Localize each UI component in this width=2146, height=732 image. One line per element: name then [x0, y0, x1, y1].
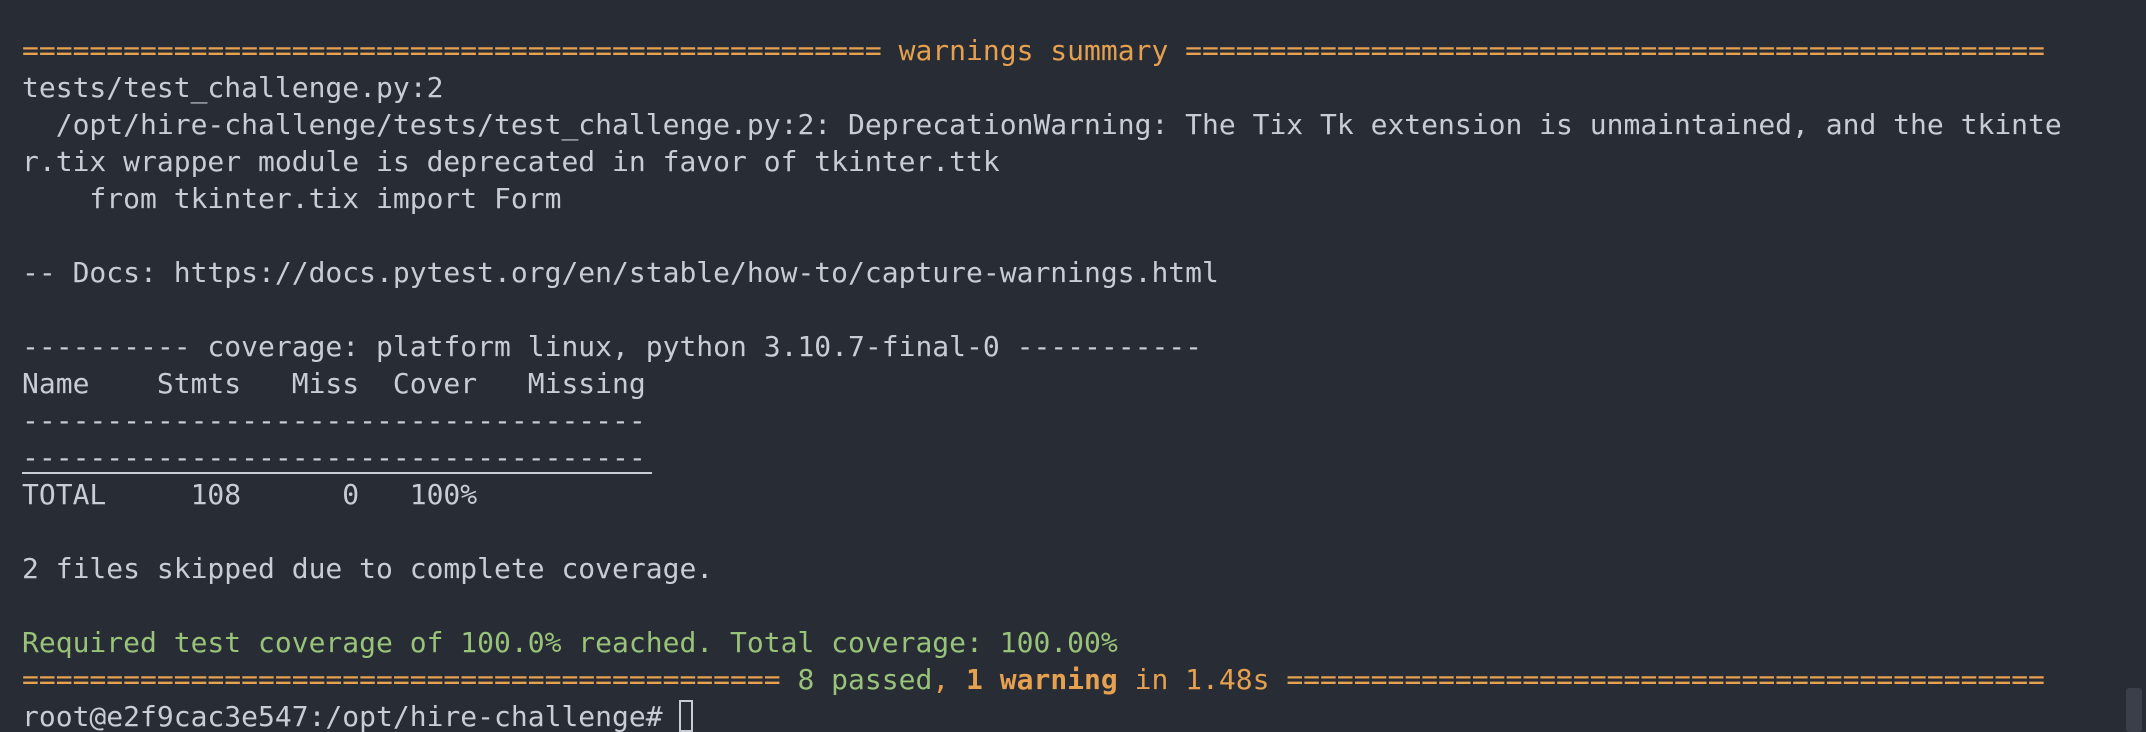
coverage-table-separator: -------------------------------------: [22, 441, 646, 474]
warning-message-line-1: /opt/hire-challenge/tests/test_challenge…: [22, 108, 2062, 141]
warning-file-line: tests/test_challenge.py:2: [22, 71, 444, 104]
warning-message-line-2: r.tix wrapper module is deprecated in fa…: [22, 145, 1000, 178]
terminal-window[interactable]: ========================================…: [0, 0, 2146, 732]
required-coverage-line: Required test coverage of 100.0% reached…: [22, 626, 1118, 659]
test-summary-line: ========================================…: [22, 661, 2045, 698]
coverage-header: ---------- coverage: platform linux, pyt…: [22, 330, 1203, 363]
coverage-table-rule: [22, 472, 652, 474]
coverage-table-header: Name Stmts Miss Cover Missing: [22, 367, 646, 400]
warning-count: 1 warning: [966, 663, 1118, 696]
passed-count: 8 passed: [797, 663, 933, 696]
shell-prompt-line[interactable]: root@e2f9cac3e547:/opt/hire-challenge#: [22, 698, 694, 732]
scrollbar-thumb[interactable]: [2126, 688, 2142, 732]
summary-comma: ,: [932, 663, 967, 696]
warnings-summary-header: ========================================…: [22, 34, 2045, 67]
coverage-table-separator: -------------------------------------: [22, 404, 646, 437]
scrollbar[interactable]: [2120, 0, 2146, 732]
shell-prompt: root@e2f9cac3e547:/opt/hire-challenge#: [22, 700, 680, 732]
coverage-total-row: TOTAL 108 0 100%: [22, 478, 478, 511]
docs-link-line: -- Docs: https://docs.pytest.org/en/stab…: [22, 256, 1219, 289]
warning-code-line: from tkinter.tix import Form: [22, 182, 562, 215]
summary-suffix: in 1.48s ===============================…: [1117, 663, 2045, 696]
skipped-files-line: 2 files skipped due to complete coverage…: [22, 552, 714, 585]
text-cursor: [679, 700, 694, 732]
summary-prefix: ========================================…: [22, 663, 798, 696]
